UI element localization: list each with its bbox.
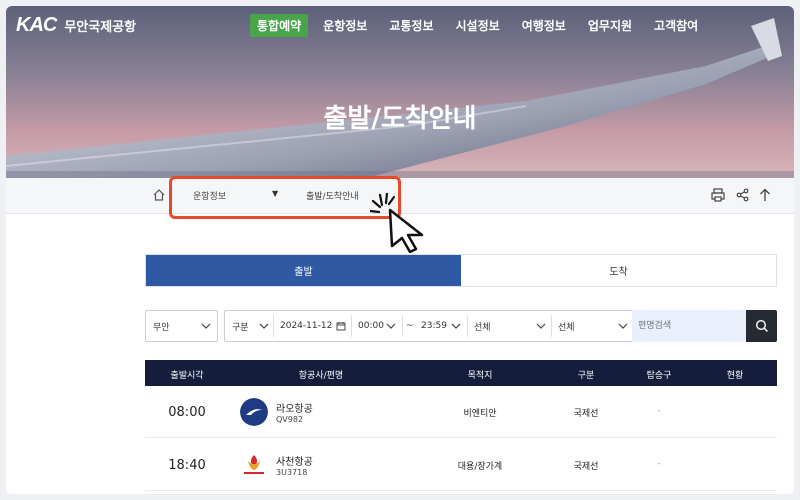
highlight-box	[169, 176, 401, 219]
nav-item-travel[interactable]: 여행정보	[515, 14, 573, 37]
destination-select-value: 선체	[558, 322, 575, 333]
flight-type: 국제선	[573, 462, 599, 472]
direction-tabs: 출발 도착	[145, 254, 777, 287]
click-cursor-icon	[370, 193, 424, 253]
kac-logo[interactable]: KAC 무안국제공항	[16, 14, 136, 37]
home-icon[interactable]	[152, 188, 166, 202]
divider	[551, 315, 552, 337]
departure-time: 18:40	[168, 457, 206, 473]
divider	[402, 315, 403, 337]
col-airline-flight: 항공사/편명	[298, 371, 344, 381]
share-icon[interactable]	[735, 187, 751, 203]
flight-type: 국제선	[573, 409, 599, 419]
chevron-down-icon	[386, 323, 396, 329]
airport-name: 무안국제공항	[64, 20, 137, 35]
chevron-down-icon	[451, 323, 461, 329]
divider	[351, 315, 352, 337]
col-status: 현황	[726, 371, 744, 381]
destination: 대용/장가계	[457, 462, 503, 472]
nav-item-facilities[interactable]: 시설정보	[449, 14, 507, 37]
airport-select-value: 무안	[153, 322, 170, 333]
type-select[interactable]: 구분	[232, 311, 249, 341]
page-title: 출발/도착안내	[323, 104, 477, 134]
col-gate: 탑승구	[646, 371, 672, 381]
col-type: 구분	[577, 371, 595, 381]
tab-arrival[interactable]: 도착	[461, 255, 776, 286]
nav-item-reservation[interactable]: 통합예약	[250, 14, 309, 37]
flight-number: 3U3718	[276, 468, 308, 477]
date-value: 2024-11-12	[280, 321, 333, 331]
airline-name: 라오항공	[276, 404, 313, 415]
chevron-down-icon	[259, 323, 269, 329]
page-frame: KAC 무안국제공항 통합예약 운항정보 교통정보 시설정보 여행정보 업무지원…	[6, 6, 794, 494]
col-destination: 목적지	[467, 371, 493, 381]
table-row[interactable]: 08:00 라오항공 QV982 비엔티안 국제선 -	[145, 386, 777, 438]
airport-select[interactable]: 무안	[145, 310, 218, 342]
search-button[interactable]	[746, 310, 777, 342]
arrow-up-icon[interactable]	[757, 187, 773, 203]
logo-mark: KAC	[16, 14, 57, 36]
time-to-select[interactable]: 23:59	[421, 311, 447, 341]
col-departure-time: 출발시각	[170, 371, 204, 381]
nav-item-business[interactable]: 업무지원	[581, 14, 639, 37]
sichuan-airlines-logo	[240, 451, 268, 479]
nav-item-transport[interactable]: 교통정보	[382, 14, 440, 37]
time-from-value: 00:00	[358, 321, 384, 331]
flight-number: QV982	[276, 415, 304, 424]
airline-name: 사천항공	[276, 457, 313, 468]
range-separator: ~	[406, 321, 414, 331]
chevron-down-icon	[536, 323, 546, 329]
destination: 비엔티안	[463, 409, 497, 419]
main-nav: 통합예약 운항정보 교통정보 시설정보 여행정보 업무지원 고객참여	[250, 14, 713, 37]
time-from-select[interactable]: 00:00	[358, 311, 384, 341]
gate: -	[657, 459, 661, 469]
table-header: 출발시각 항공사/편명 목적지 구분 탑승구 현황	[145, 360, 777, 386]
print-icon[interactable]	[710, 187, 726, 203]
nav-item-flight-info[interactable]: 운항정보	[316, 14, 374, 37]
filter-group: 구분 2024-11-12 00:00 ~ 23:59 선체 선체	[224, 310, 633, 342]
date-field[interactable]: 2024-11-12	[280, 311, 332, 341]
departure-time: 08:00	[168, 404, 206, 420]
divider	[467, 315, 468, 337]
time-to-value: 23:59	[421, 321, 447, 331]
nav-item-customer[interactable]: 고객참여	[647, 14, 705, 37]
search-icon	[755, 319, 769, 333]
divider	[273, 315, 274, 337]
gate: -	[657, 406, 661, 416]
calendar-icon[interactable]	[336, 321, 346, 331]
chevron-down-icon	[618, 323, 628, 329]
destination-select[interactable]: 선체	[558, 311, 575, 341]
airline-select-value: 선체	[474, 322, 491, 333]
chevron-down-icon	[201, 323, 211, 329]
airline-select[interactable]: 선체	[474, 311, 491, 341]
lao-airlines-logo	[240, 398, 268, 426]
table-row[interactable]: 18:40 사천항공 3U3718 대용/장가계 국제선 -	[145, 439, 777, 491]
hero-banner: KAC 무안국제공항 통합예약 운항정보 교통정보 시설정보 여행정보 업무지원…	[6, 6, 794, 178]
tab-departure[interactable]: 출발	[146, 255, 461, 286]
flight-search-input[interactable]	[632, 310, 750, 342]
type-select-value: 구분	[232, 322, 249, 333]
